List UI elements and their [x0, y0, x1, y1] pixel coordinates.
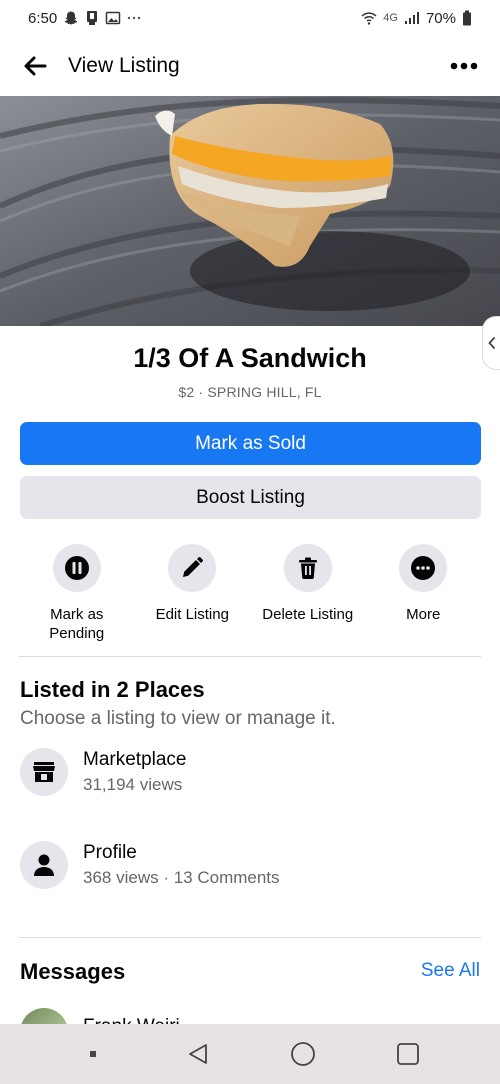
edit-listing-label: Edit Listing	[155, 606, 229, 623]
pause-icon	[64, 556, 89, 580]
mark-as-pending-circle	[52, 544, 101, 592]
more-dots-icon	[127, 15, 141, 21]
person-icon	[34, 854, 54, 876]
messages-title: Messages	[20, 959, 126, 984]
status-right: 4G 70%	[361, 10, 472, 27]
place-name: Profile	[83, 842, 137, 863]
mark-as-sold-button[interactable]: Mark as Sold	[20, 422, 481, 465]
notification-icon	[85, 10, 99, 26]
more-action[interactable]: More	[366, 544, 482, 643]
place-meta: 368 views · 13 Comments	[83, 868, 280, 887]
network-label: 4G	[383, 12, 398, 24]
place-meta: 31,194 views	[83, 775, 183, 794]
listing-title: 1/3 Of A Sandwich	[133, 343, 367, 373]
back-button[interactable]	[20, 51, 50, 81]
edit-listing-action[interactable]: Edit Listing	[135, 544, 251, 643]
more-circle	[399, 544, 448, 592]
status-left: 6:50	[28, 10, 141, 27]
listing-photo[interactable]	[0, 96, 500, 326]
place-marketplace[interactable]: Marketplace 31,194 views	[20, 748, 460, 808]
more-horizontal-icon	[450, 62, 478, 70]
more-label: More	[406, 606, 441, 623]
divider	[19, 937, 481, 938]
places-description: Choose a listing to view or manage it.	[20, 708, 336, 729]
marketplace-icon-circle	[20, 748, 68, 796]
pencil-icon	[183, 557, 204, 577]
profile-icon-circle	[20, 841, 68, 889]
system-nav-bar	[0, 1024, 500, 1084]
see-all-link[interactable]: See All	[421, 960, 480, 982]
delete-listing-circle	[283, 544, 332, 592]
delete-listing-action[interactable]: Delete Listing	[250, 544, 366, 643]
page-title: View Listing	[68, 54, 180, 77]
battery-percent: 70%	[425, 9, 456, 27]
storefront-icon	[33, 762, 55, 782]
wifi-icon	[361, 10, 377, 26]
nav-recents-button[interactable]	[383, 1034, 433, 1074]
mark-as-pending-action[interactable]: Mark as Pending	[19, 544, 135, 643]
app-bar: View Listing	[0, 36, 500, 96]
recents-dot-button[interactable]	[68, 1034, 118, 1074]
more-dots-icon	[411, 556, 436, 580]
circle-home-icon	[290, 1042, 315, 1066]
listing-price-location: $2 · SPRING HILL, FL	[178, 384, 322, 400]
boost-listing-button[interactable]: Boost Listing	[20, 476, 481, 519]
battery-icon	[462, 10, 472, 26]
sandwich-image	[0, 96, 500, 326]
edit-listing-circle	[168, 544, 217, 592]
place-name: Marketplace	[83, 749, 187, 770]
gallery-icon	[105, 10, 121, 26]
mark-as-pending-label: Mark as Pending	[49, 606, 105, 642]
signal-icon	[404, 11, 420, 25]
places-title: Listed in 2 Places	[20, 677, 205, 702]
nav-home-button[interactable]	[278, 1034, 328, 1074]
square-recents-icon	[396, 1043, 419, 1065]
status-bar: 6:50 4G 70%	[0, 0, 500, 36]
triangle-back-icon	[188, 1044, 207, 1064]
square-dot-icon	[89, 1051, 96, 1057]
nav-back-button[interactable]	[173, 1034, 223, 1074]
delete-listing-label: Delete Listing	[262, 606, 354, 623]
snapchat-icon	[63, 10, 79, 26]
more-options-button[interactable]	[448, 51, 480, 81]
divider	[19, 656, 481, 657]
status-time: 6:50	[28, 9, 58, 27]
listing-actions: Mark as Pending Edit Listing Delete List…	[19, 544, 481, 643]
arrow-left-icon	[24, 56, 47, 76]
trash-icon	[298, 557, 317, 579]
place-profile[interactable]: Profile 368 views · 13 Comments	[20, 841, 460, 901]
